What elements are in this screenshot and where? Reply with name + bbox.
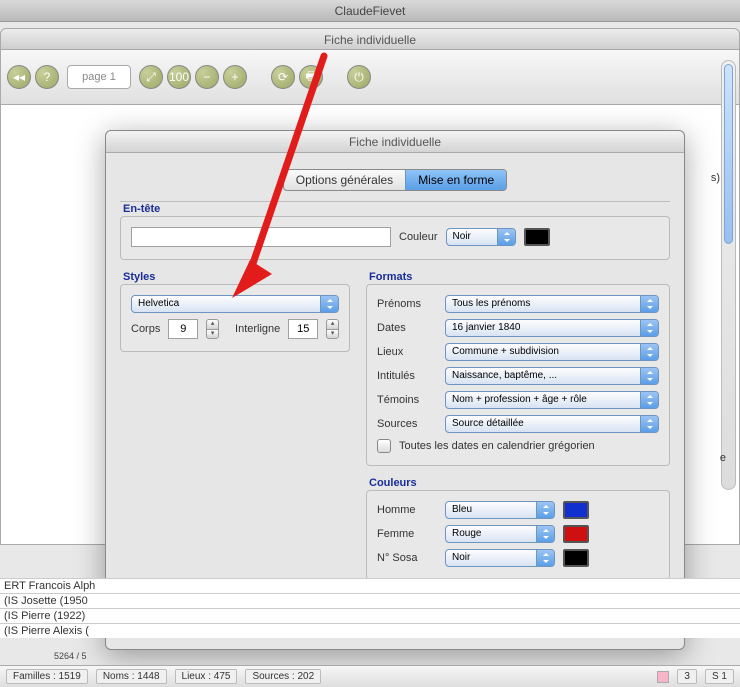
side-fragment-s: s) — [711, 172, 720, 184]
print-button[interactable]: 🖶 — [299, 65, 323, 89]
corps-stepper[interactable]: ▴▾ — [206, 319, 219, 339]
dialog-tabbar: Options générales Mise en forme — [106, 169, 684, 191]
gregorian-label: Toutes les dates en calendrier grégorien — [399, 440, 595, 452]
zoom-out-button[interactable]: − — [195, 65, 219, 89]
power-button[interactable]: ⏻ — [347, 65, 371, 89]
zoom-fit-button[interactable]: ⤢ — [139, 65, 163, 89]
couleur-row-label: Homme — [377, 504, 437, 516]
couleurs-legend: Couleurs — [369, 477, 417, 489]
refresh-button[interactable]: ⟳ — [271, 65, 295, 89]
tab-format[interactable]: Mise en forme — [405, 170, 506, 190]
zoom-100-button[interactable]: 100 — [167, 65, 191, 89]
format-row-label: Intitulés — [377, 370, 437, 382]
list-count: 5264 / 5 — [54, 651, 87, 661]
fieldset-styles: Styles Helvetica Corps ▴▾ Interligne ▴▾ — [120, 284, 350, 352]
interligne-label: Interligne — [235, 323, 280, 335]
entete-couleur-select[interactable]: Noir — [446, 228, 516, 246]
couleur-sosa-select[interactable]: Noir — [445, 549, 555, 567]
side-fragment-e: e — [720, 452, 726, 464]
gregorian-checkbox[interactable] — [377, 439, 391, 453]
format-temoins-select[interactable]: Nom + profession + âge + rôle — [445, 391, 659, 409]
status-familles: Familles : 1519 — [6, 669, 88, 684]
status-sources: Sources : 202 — [245, 669, 321, 684]
entete-legend: En-tête — [123, 203, 160, 215]
fieldset-entete: En-tête Couleur Noir — [120, 216, 670, 260]
status-lieux: Lieux : 475 — [175, 669, 238, 684]
tab-general[interactable]: Options générales — [284, 170, 405, 190]
styles-legend: Styles — [123, 271, 155, 283]
page-input[interactable]: page 1 — [67, 65, 131, 89]
dialog-title: Fiche individuelle — [106, 131, 684, 153]
app-titlebar: ClaudeFievet — [0, 0, 740, 22]
bg-person-list: ERT Francois Alph (IS Josette (1950 (IS … — [0, 578, 740, 638]
corps-label: Corps — [131, 323, 160, 335]
fieldset-couleurs: Couleurs HommeBleu FemmeRouge N° SosaNoi… — [366, 490, 670, 580]
entete-couleur-label: Couleur — [399, 231, 438, 243]
main-toolbar: ◂◂ ? page 1 ⤢ 100 − + ⟳ 🖶 ⏻ — [0, 50, 740, 105]
font-select[interactable]: Helvetica — [131, 295, 339, 313]
interligne-stepper[interactable]: ▴▾ — [326, 319, 339, 339]
status-col-b: S 1 — [705, 669, 734, 684]
format-sources-select[interactable]: Source détaillée — [445, 415, 659, 433]
interligne-input[interactable] — [288, 319, 318, 339]
format-dates-select[interactable]: 16 janvier 1840 — [445, 319, 659, 337]
list-item[interactable]: (IS Pierre Alexis ( — [0, 623, 740, 638]
couleur-row-label: N° Sosa — [377, 552, 437, 564]
corps-input[interactable] — [168, 319, 198, 339]
vertical-scrollbar[interactable] — [721, 60, 736, 490]
status-noms: Noms : 1448 — [96, 669, 167, 684]
formats-legend: Formats — [369, 271, 412, 283]
format-row-label: Prénoms — [377, 298, 437, 310]
zoom-in-button[interactable]: + — [223, 65, 247, 89]
print-settings-dialog: Fiche individuelle Options générales Mis… — [105, 130, 685, 650]
scrollbar-thumb[interactable] — [724, 64, 733, 244]
format-row-label: Lieux — [377, 346, 437, 358]
format-prenoms-select[interactable]: Tous les prénoms — [445, 295, 659, 313]
couleur-sosa-swatch[interactable] — [563, 549, 589, 567]
entete-input[interactable] — [131, 227, 391, 247]
status-col-a: 3 — [677, 669, 697, 684]
format-row-label: Dates — [377, 322, 437, 334]
couleur-femme-swatch[interactable] — [563, 525, 589, 543]
fieldset-formats: Formats PrénomsTous les prénoms Dates16 … — [366, 284, 670, 466]
couleur-homme-swatch[interactable] — [563, 501, 589, 519]
format-lieux-select[interactable]: Commune + subdivision — [445, 343, 659, 361]
entete-couleur-swatch[interactable] — [524, 228, 550, 246]
window-titlebar: Fiche individuelle — [0, 28, 740, 50]
statusbar: Familles : 1519 Noms : 1448 Lieux : 475 … — [0, 665, 740, 687]
format-row-label: Sources — [377, 418, 437, 430]
format-intitules-select[interactable]: Naissance, baptême, ... — [445, 367, 659, 385]
couleur-homme-select[interactable]: Bleu — [445, 501, 555, 519]
couleur-row-label: Femme — [377, 528, 437, 540]
nav-first-button[interactable]: ◂◂ — [7, 65, 31, 89]
format-row-label: Témoins — [377, 394, 437, 406]
list-item[interactable]: (IS Pierre (1922) — [0, 608, 740, 623]
list-item[interactable]: (IS Josette (1950 — [0, 593, 740, 608]
status-color-chip — [657, 671, 669, 683]
help-button[interactable]: ? — [35, 65, 59, 89]
list-item[interactable]: ERT Francois Alph — [0, 578, 740, 593]
couleur-femme-select[interactable]: Rouge — [445, 525, 555, 543]
dialog-separator — [120, 201, 670, 202]
